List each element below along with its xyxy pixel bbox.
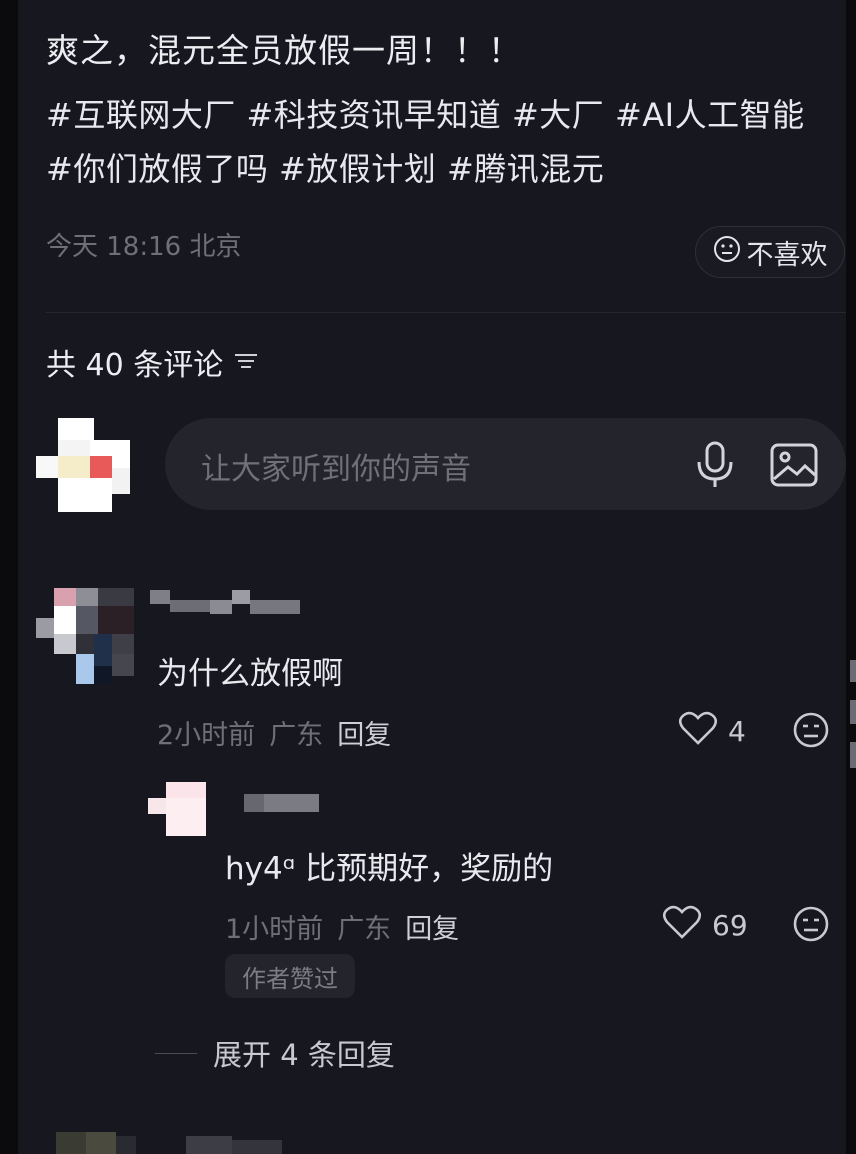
reply-location: 广东 (337, 914, 392, 945)
comment-meta: 2小时前 广东 回复 (157, 713, 391, 752)
comment-text: 为什么放假啊 (157, 656, 343, 692)
image-icon[interactable] (769, 442, 819, 492)
scroll-indicator[interactable] (850, 660, 856, 770)
dislike-button[interactable]: 不喜欢 (695, 226, 845, 278)
dislike-label: 不喜欢 (746, 239, 828, 271)
divider (46, 312, 846, 313)
microphone-icon[interactable] (693, 440, 737, 494)
reply-dislike-face-icon[interactable] (792, 905, 830, 947)
reply-like-button[interactable]: 69 (662, 904, 748, 947)
reply-avatar[interactable] (148, 782, 206, 836)
neutral-face-icon (713, 235, 741, 270)
reply-reply-button[interactable]: 回复 (405, 907, 459, 946)
reply-text: hy4ᵅ 比预期好，奖励的 (225, 851, 554, 887)
comment-time: 2小时前 (157, 720, 256, 751)
reply-like-count: 69 (712, 909, 748, 942)
author-liked-badge: 作者赞过 (225, 954, 355, 998)
next-commenter-name[interactable] (186, 1136, 282, 1154)
comment-location: 广东 (269, 720, 324, 751)
expand-replies-label: 展开 4 条回复 (213, 1038, 395, 1072)
comment-input[interactable]: 让大家听到你的声音 (165, 418, 846, 510)
comments-count: 共 40 条评论 (46, 348, 224, 383)
reply-name[interactable] (244, 794, 319, 812)
reply-meta: 1小时前 广东 回复 (225, 907, 459, 946)
expand-replies-button[interactable]: 展开 4 条回复 (155, 1032, 395, 1074)
heart-icon[interactable] (662, 904, 702, 947)
heart-icon[interactable] (678, 710, 718, 753)
sort-icon[interactable] (233, 345, 259, 380)
post-hashtags[interactable]: #互联网大厂 #科技资讯早知道 #大厂 #AI人工智能 #你们放假了吗 #放假计… (46, 88, 836, 196)
like-button[interactable]: 4 (678, 710, 746, 753)
dislike-face-icon[interactable] (792, 711, 830, 753)
post-time: 今天 18:16 北京 (46, 232, 242, 262)
commenter-avatar[interactable] (36, 588, 134, 684)
reply-time: 1小时前 (225, 914, 324, 945)
reply-button[interactable]: 回复 (337, 713, 391, 752)
commenter-name[interactable] (150, 590, 300, 626)
comments-count-row[interactable]: 共 40 条评论 (46, 340, 259, 384)
post-title: 爽之，混元全员放假一周！！！ (46, 31, 522, 70)
comment-input-placeholder: 让大家听到你的声音 (201, 452, 471, 487)
expand-divider (155, 1052, 197, 1054)
like-count: 4 (728, 715, 746, 748)
my-avatar[interactable] (36, 418, 132, 514)
next-commenter-avatar[interactable] (56, 1132, 136, 1154)
